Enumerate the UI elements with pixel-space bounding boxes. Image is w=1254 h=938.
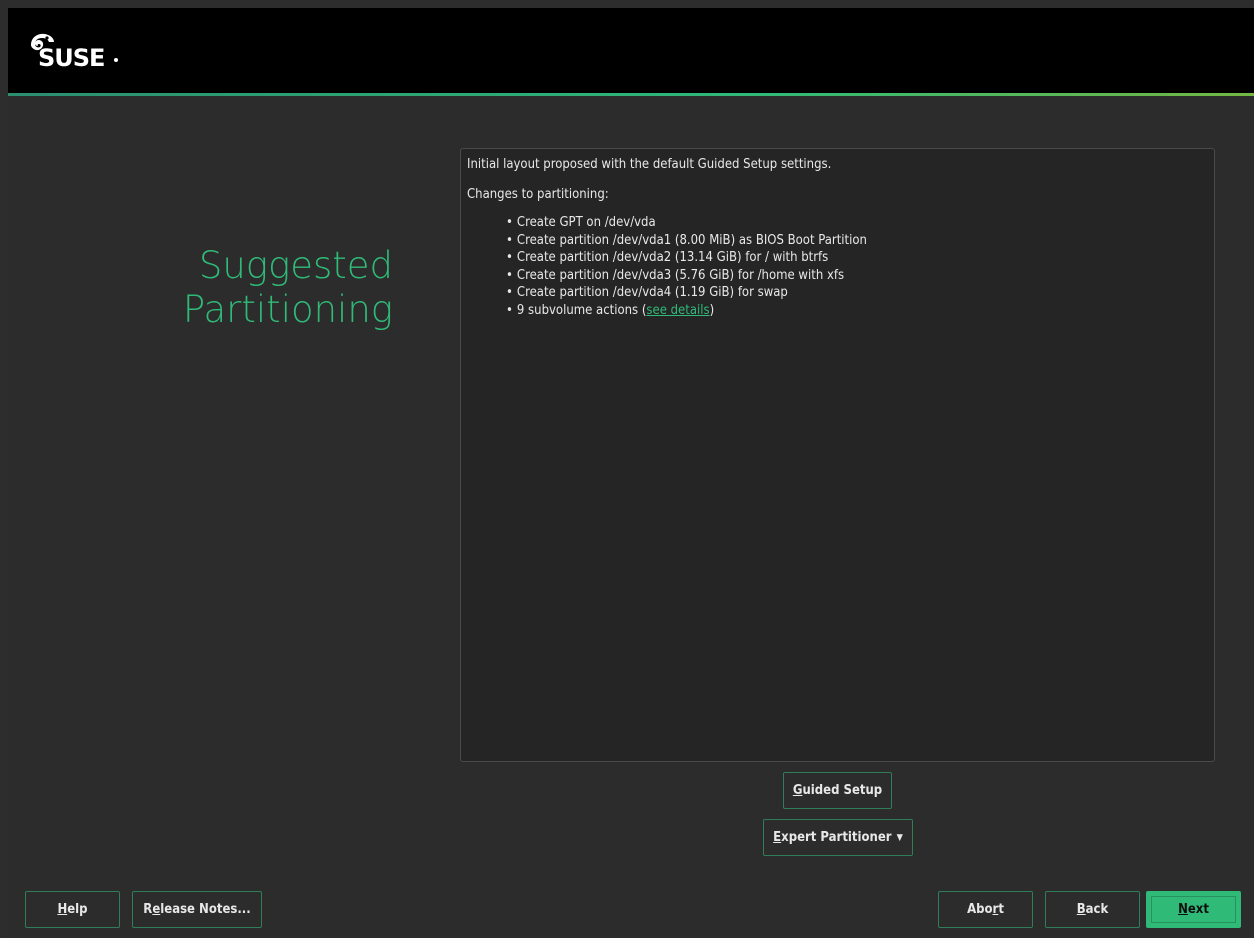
help-button[interactable]: Help [25, 891, 120, 928]
back-label: ack [1085, 902, 1109, 917]
subvolume-text: 9 subvolume actions ( [516, 302, 647, 318]
list-item: Create partition /dev/vda1 (8.00 MiB) as… [506, 232, 1208, 250]
guided-setup-button[interactable]: Guided Setup [783, 772, 892, 809]
help-mnemonic: H [57, 902, 68, 917]
installer-window: SUSE Suggested Partitioning Initial layo… [8, 8, 1254, 938]
guided-setup-mnemonic: G [792, 783, 803, 798]
see-details-link[interactable]: see details [646, 303, 709, 318]
guided-setup-label: uided Setup [802, 783, 883, 798]
header-bar: SUSE [8, 8, 1254, 93]
logo-dot [114, 58, 118, 62]
suse-wordmark: SUSE [38, 44, 105, 72]
back-mnemonic: B [1076, 902, 1086, 917]
header-accent-line [8, 93, 1254, 96]
partitioning-summary[interactable]: Initial layout proposed with the default… [460, 148, 1215, 762]
abort-pre: Abo [967, 902, 993, 917]
expert-partitioner-label: xpert Partitioner [781, 830, 892, 845]
back-button[interactable]: Back [1045, 891, 1140, 928]
subvolume-text-end: ) [709, 302, 715, 318]
list-item-subvolumes: 9 subvolume actions (see details) [506, 302, 1208, 320]
next-button[interactable]: Next [1146, 891, 1241, 928]
page-title-line-1: Suggested [198, 244, 393, 287]
next-label: ext [1187, 902, 1209, 917]
release-notes-pre: R [143, 902, 153, 917]
list-item: Create partition /dev/vda2 (13.14 GiB) f… [506, 249, 1208, 267]
expert-partitioner-mnemonic: E [773, 830, 782, 845]
release-notes-label: lease Notes... [160, 902, 251, 917]
caret-down-icon: ▼ [896, 832, 903, 843]
page-title-line-2: Partitioning [182, 288, 393, 331]
abort-label: t [998, 902, 1004, 917]
next-mnemonic: N [1178, 902, 1188, 917]
release-notes-button[interactable]: Re lease Notes... [132, 891, 262, 928]
help-label: elp [67, 902, 88, 917]
list-item: Create GPT on /dev/vda [506, 214, 1208, 232]
summary-intro: Initial layout proposed with the default… [467, 157, 832, 172]
suse-logo: SUSE [26, 30, 136, 76]
release-notes-mnemonic: e [152, 902, 161, 917]
summary-changes-heading: Changes to partitioning: [467, 187, 609, 202]
page-title: Suggested Partitioning [128, 244, 393, 332]
expert-partitioner-button[interactable]: Expert Partitioner ▼ [763, 819, 913, 856]
abort-button[interactable]: Abo r t [938, 891, 1033, 928]
list-item: Create partition /dev/vda4 (1.19 GiB) fo… [506, 284, 1208, 302]
list-item: Create partition /dev/vda3 (5.76 GiB) fo… [506, 267, 1208, 285]
next-focus-ring: Next [1151, 896, 1236, 923]
changes-list: Create GPT on /dev/vda Create partition … [467, 214, 1208, 319]
